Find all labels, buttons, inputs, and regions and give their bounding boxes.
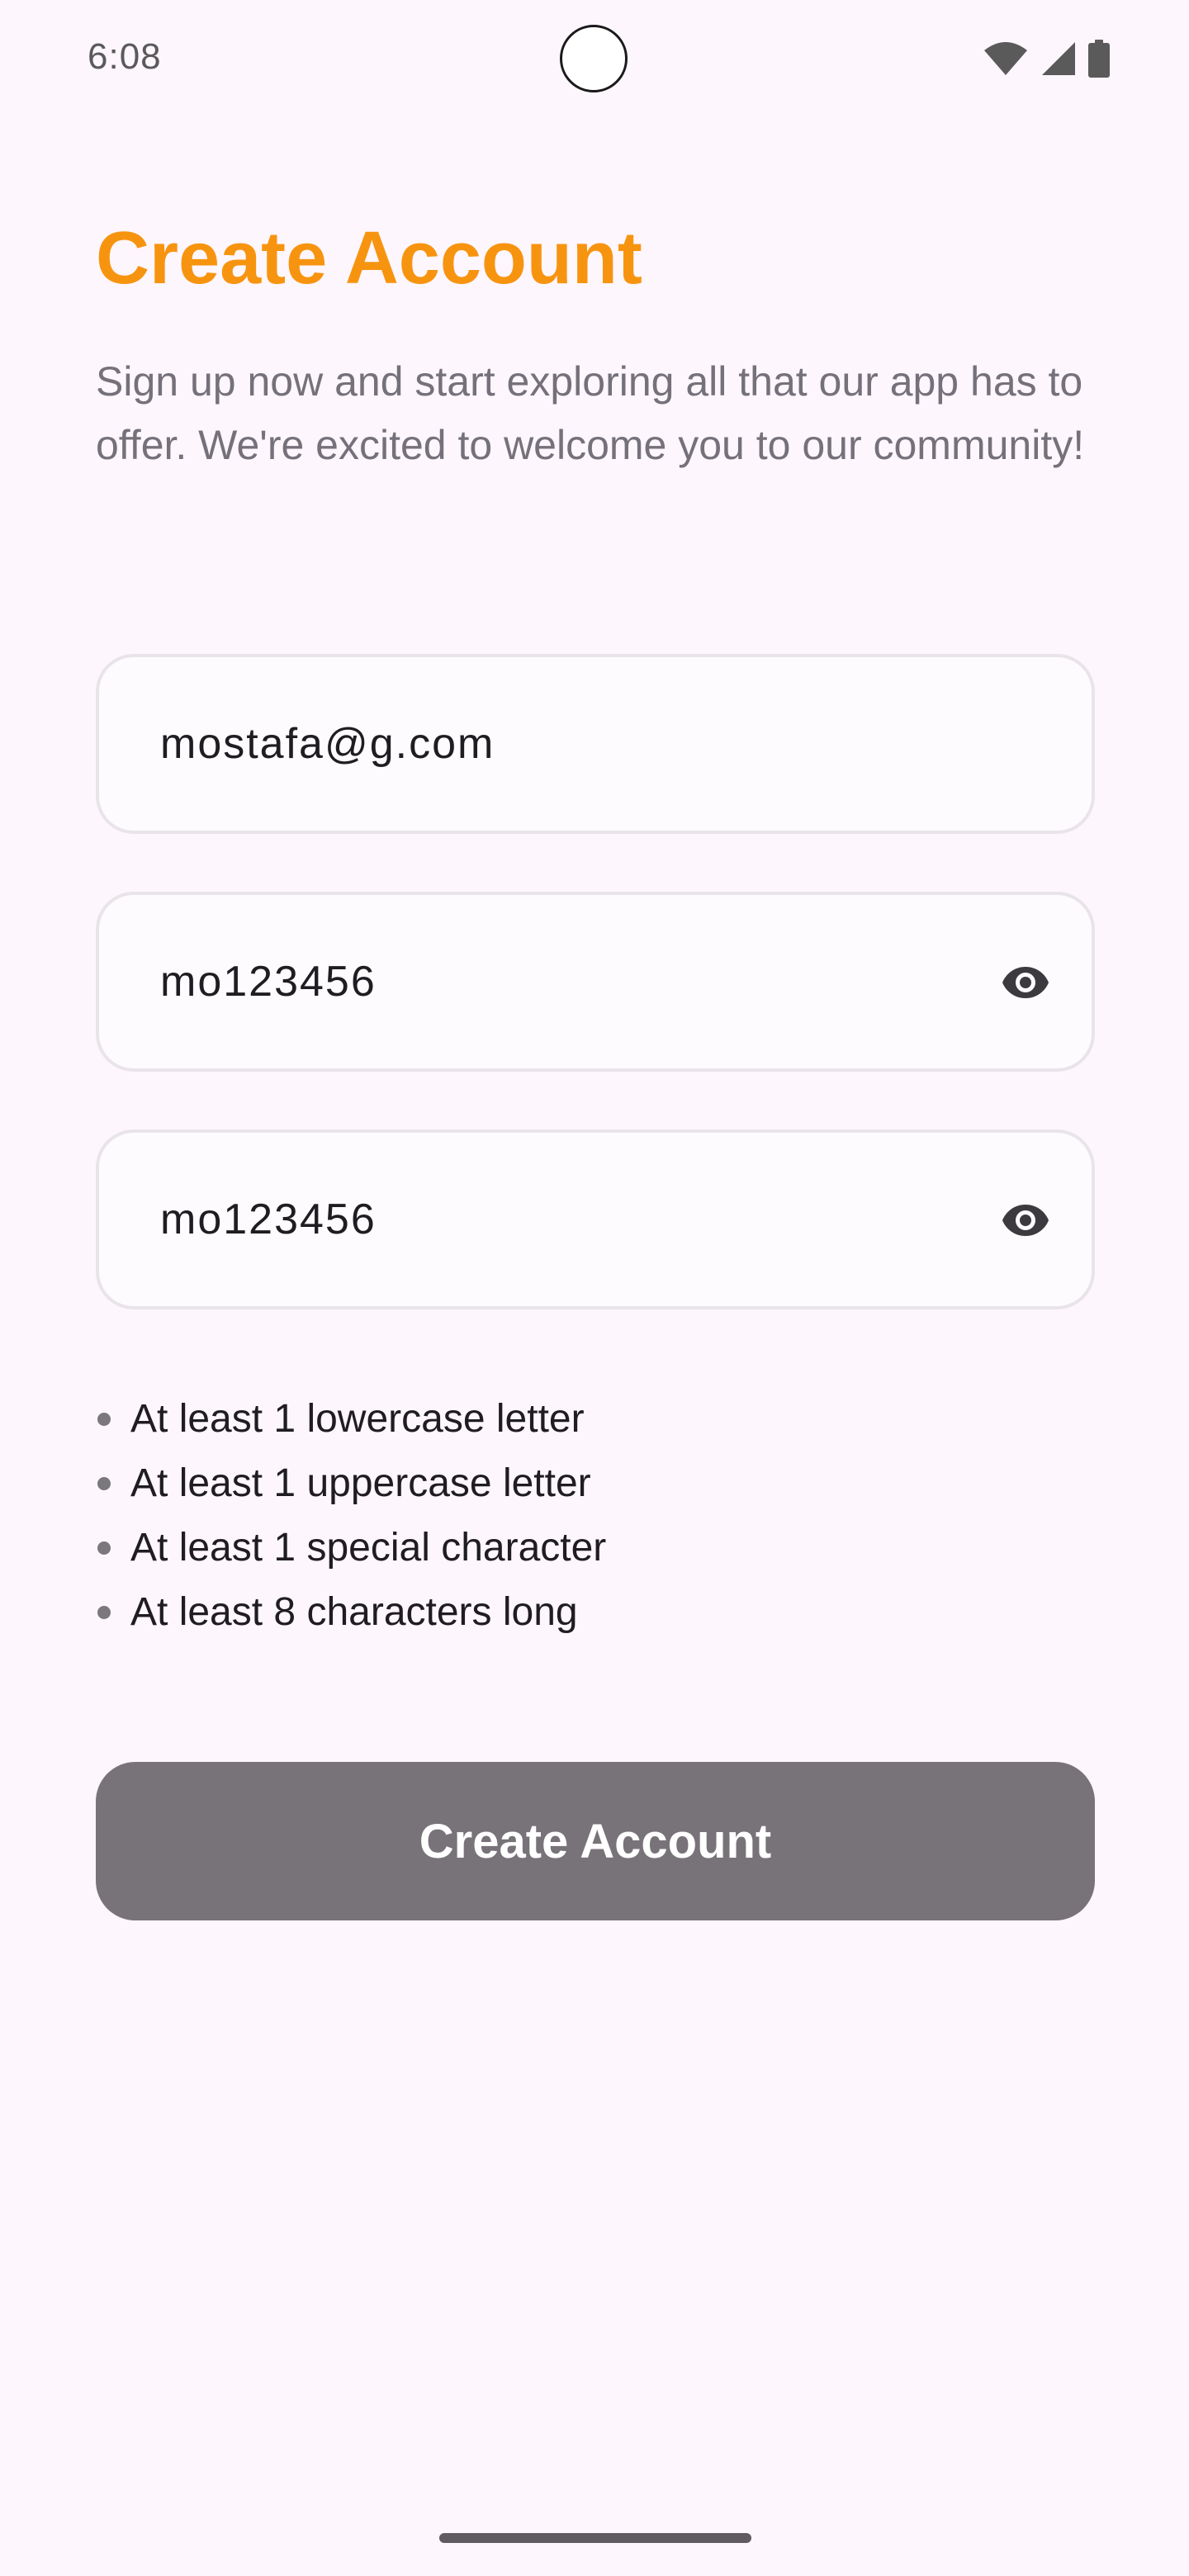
bullet-icon	[97, 1477, 111, 1490]
eye-icon	[1002, 967, 1049, 998]
create-account-screen: 6:08 Create Account Sign up now and star…	[0, 0, 1189, 2576]
requirement-item: At least 1 special character	[96, 1516, 606, 1580]
bullet-icon	[97, 1541, 111, 1555]
requirement-text: At least 1 lowercase letter	[130, 1397, 585, 1441]
confirm-password-field[interactable]	[96, 1129, 1095, 1309]
battery-icon	[1088, 40, 1110, 78]
confirm-password-visibility-toggle[interactable]	[999, 1194, 1052, 1247]
create-account-button[interactable]: Create Account	[96, 1762, 1095, 1920]
cellular-signal-icon	[1040, 40, 1077, 77]
bullet-icon	[97, 1413, 111, 1426]
password-visibility-toggle[interactable]	[999, 956, 1052, 1009]
requirement-item: At least 1 uppercase letter	[96, 1451, 606, 1516]
requirement-item: At least 1 lowercase letter	[96, 1387, 606, 1451]
email-field[interactable]	[96, 654, 1095, 834]
status-time: 6:08	[88, 36, 162, 77]
wifi-icon	[983, 40, 1029, 77]
email-input[interactable]	[160, 657, 986, 831]
password-field[interactable]	[96, 892, 1095, 1072]
requirement-text: At least 8 characters long	[130, 1590, 578, 1634]
requirement-text: At least 1 special character	[130, 1526, 607, 1570]
password-requirements-list: At least 1 lowercase letter At least 1 u…	[96, 1387, 606, 1645]
status-bar: 6:08	[0, 0, 1189, 116]
bullet-icon	[97, 1606, 111, 1619]
requirement-text: At least 1 uppercase letter	[130, 1461, 591, 1505]
camera-cutout	[560, 25, 628, 92]
page-subtitle: Sign up now and start exploring all that…	[96, 358, 1085, 468]
requirement-item: At least 8 characters long	[96, 1580, 606, 1645]
page-title: Create Account	[96, 217, 642, 300]
home-indicator[interactable]	[439, 2533, 751, 2543]
eye-icon	[1002, 1205, 1049, 1236]
password-input[interactable]	[160, 895, 986, 1068]
status-icons	[983, 38, 1110, 79]
confirm-password-input[interactable]	[160, 1133, 986, 1306]
